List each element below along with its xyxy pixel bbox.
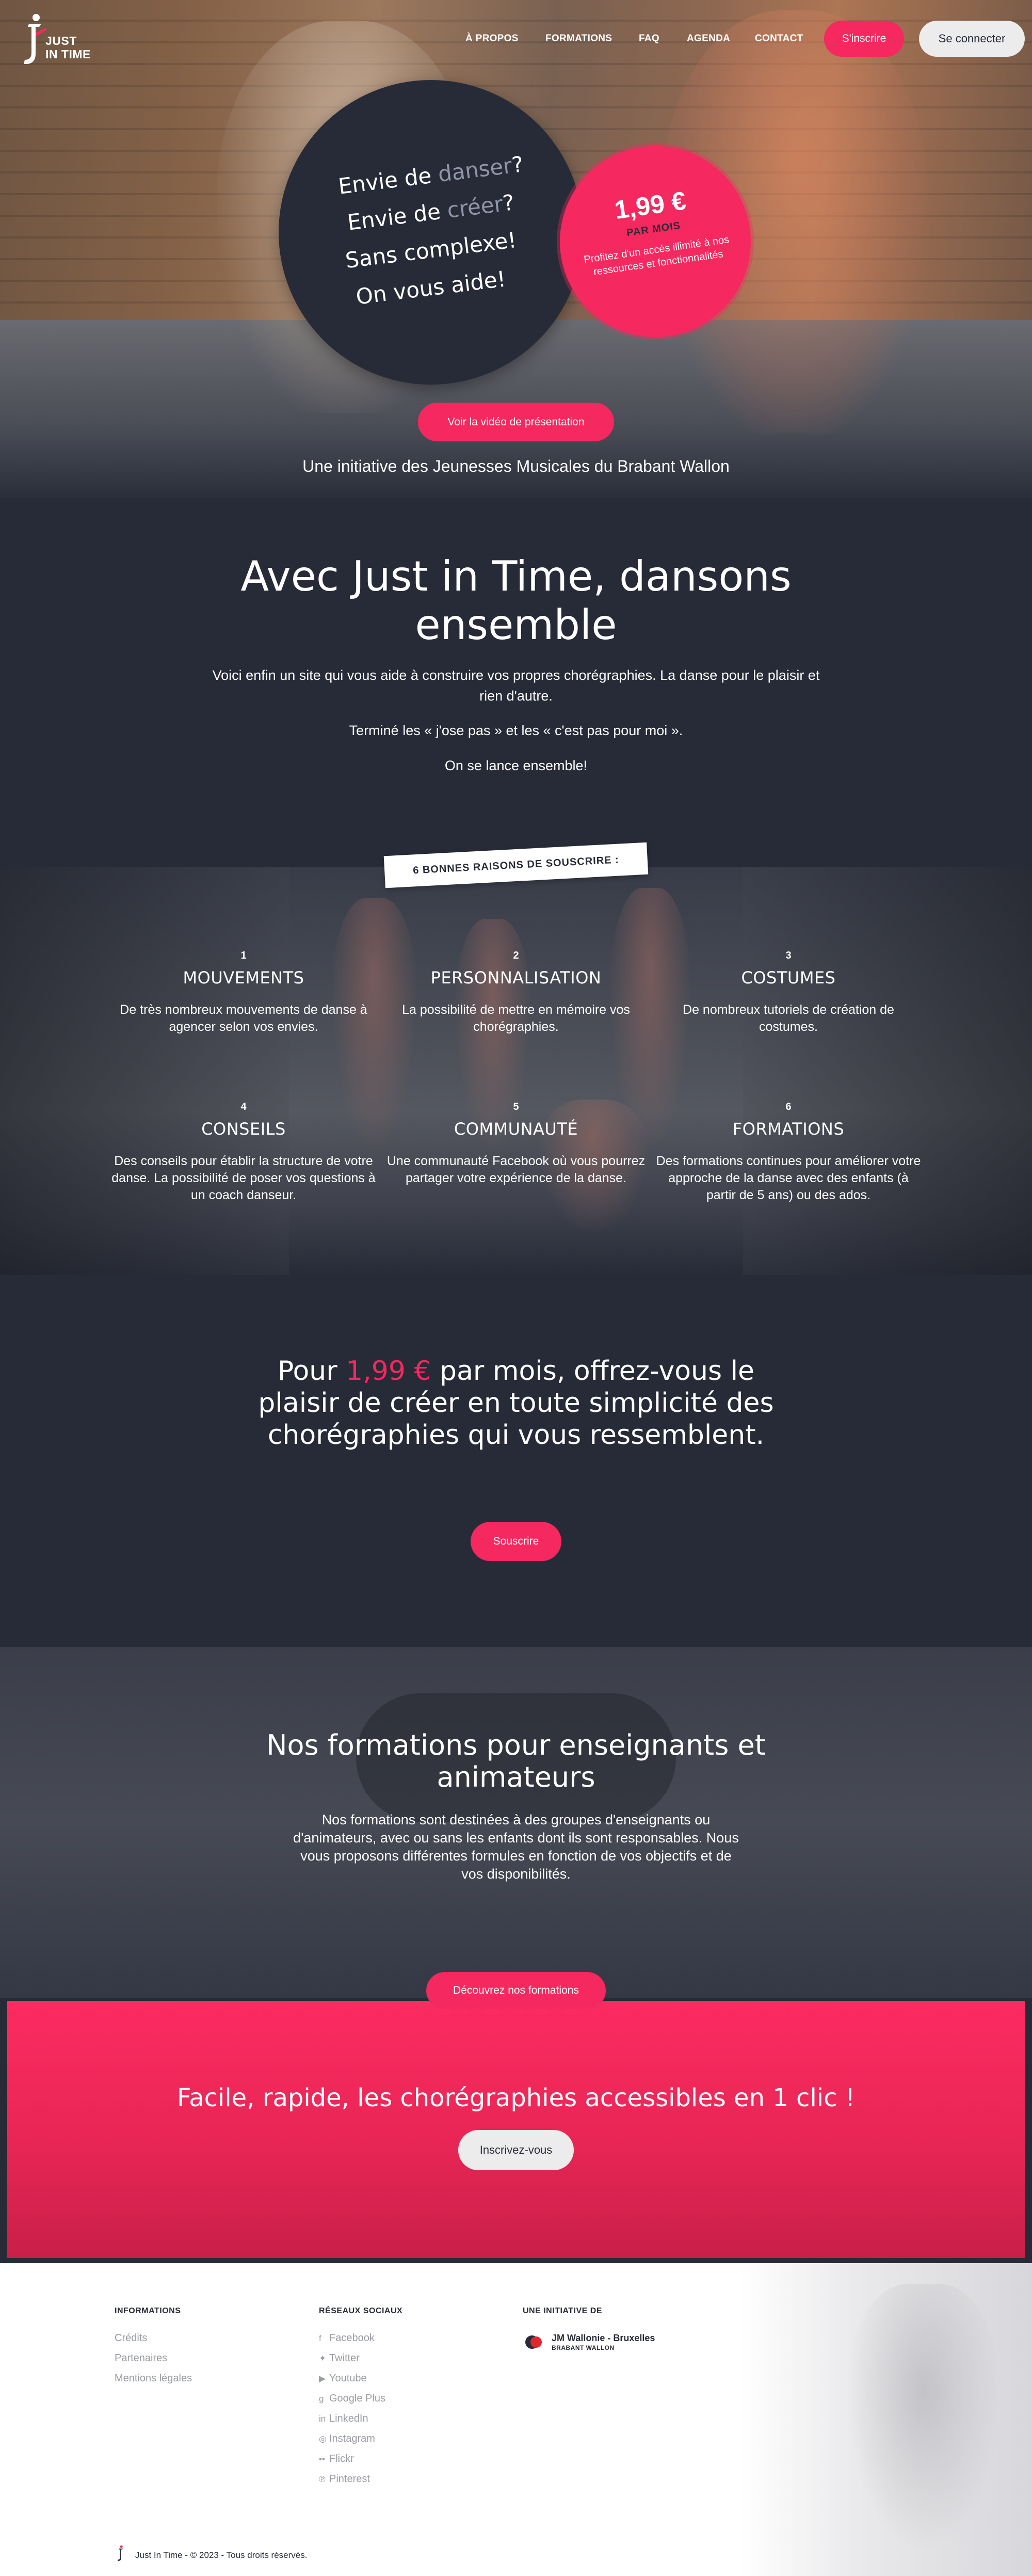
facebook-icon: f [319, 2333, 321, 2343]
hero-line-2-c: ? [501, 189, 516, 216]
hero-subtitle: Une initiative des Jeunesses Musicales d… [302, 457, 730, 475]
footer-social-youtube[interactable]: ▶ Youtube [319, 2373, 367, 2384]
register-button[interactable]: Inscrivez-vous [458, 2130, 574, 2170]
footer-social-facebook-label: Facebook [329, 2332, 375, 2344]
twitter-icon: ✦ [319, 2354, 327, 2363]
nav-formations[interactable]: FORMATIONS [545, 33, 612, 44]
reason-6-number: 6 [785, 1101, 792, 1112]
hero-line-2-highlight: créer [445, 191, 505, 223]
footer-social-flickr-label: Flickr [329, 2453, 354, 2464]
reason-2-text: La possibilité de mettre en mémoire vos … [402, 1003, 630, 1034]
footer-social-flickr[interactable]: •• Flickr [319, 2453, 354, 2465]
footer-logo-icon [117, 2545, 123, 2561]
reason-2-number: 2 [513, 950, 519, 961]
offer-title-price: 1,99 € [346, 1356, 431, 1387]
hero-line-1-a: Envie de [336, 162, 440, 199]
nav-agenda[interactable]: AGENDA [687, 33, 730, 44]
footer-social-linkedin-label: LinkedIn [329, 2413, 368, 2424]
nav-faq[interactable]: FAQ [639, 33, 659, 44]
footer-social-twitter[interactable]: ✦ Twitter [319, 2352, 360, 2364]
footer-copyright: Just In Time - © 2023 - Tous droits rése… [135, 2550, 308, 2560]
intro-paragraph-1: Voici enfin un site qui vous aide à cons… [212, 667, 820, 704]
reason-6-text: Des formations continues pour améliorer … [656, 1154, 921, 1202]
instagram-icon: ◎ [319, 2434, 327, 2444]
footer-social-pinterest-label: Pinterest [329, 2473, 370, 2485]
offer-title-a: Pour [277, 1356, 346, 1387]
cta-section: Facile, rapide, les chorégraphies access… [7, 2001, 1025, 2258]
reason-1-text: De très nombreux mouvements de danse à a… [120, 1003, 367, 1034]
footer-social-linkedin[interactable]: in LinkedIn [319, 2413, 368, 2425]
reason-5-number: 5 [513, 1101, 519, 1112]
footer-social-instagram[interactable]: ◎ Instagram [319, 2433, 375, 2445]
reason-4-number: 4 [240, 1101, 247, 1112]
video-button[interactable]: Voir la vidéo de présentation [418, 403, 614, 441]
youtube-icon: ▶ [319, 2374, 326, 2383]
footer-social-instagram-label: Instagram [329, 2433, 375, 2444]
reason-6-title: FORMATIONS [732, 1119, 845, 1139]
reason-3-title: COSTUMES [741, 968, 836, 988]
flickr-icon: •• [319, 2454, 325, 2464]
reason-4-text: Des conseils pour établir la structure d… [111, 1154, 376, 1202]
intro-title: Avec Just in Time, dansons ensemble [240, 552, 792, 649]
hero-line-2-a: Envie de [346, 198, 449, 235]
reason-4-title: CONSEILS [201, 1119, 286, 1139]
reason-1-number: 1 [240, 950, 247, 961]
partner-name: JM Wallonie - Bruxelles [552, 2333, 655, 2343]
reason-1-title: MOUVEMENTS [183, 968, 304, 988]
footer-link-legal[interactable]: Mentions légales [115, 2373, 192, 2384]
hero-line-1-highlight: danser [437, 152, 514, 187]
intro-paragraph-3: On se lance ensemble! [444, 758, 588, 773]
pinterest-icon: ℗ [319, 2474, 326, 2484]
logo-dancer-icon [24, 14, 46, 64]
reason-2-title: PERSONNALISATION [430, 968, 602, 988]
logo-text: JUST IN TIME [45, 34, 91, 61]
footer-initiative-heading: UNE INITIATIVE DE [523, 2307, 602, 2315]
formations-text: Nos formations sont destinées à des grou… [293, 1812, 739, 1882]
nav-contact[interactable]: CONTACT [755, 33, 803, 44]
linkedin-icon: in [319, 2414, 326, 2424]
footer-social-pinterest[interactable]: ℗ Pinterest [319, 2473, 370, 2485]
login-button[interactable]: Se connecter [919, 21, 1025, 57]
footer-social-twitter-label: Twitter [329, 2352, 360, 2364]
google-plus-icon: g [319, 2394, 324, 2404]
jm-logo-icon [525, 2335, 542, 2349]
partner-sub: BRABANT WALLON [552, 2344, 615, 2351]
reason-3-number: 3 [785, 950, 792, 961]
footer-social-facebook[interactable]: f Facebook [319, 2332, 375, 2344]
cta-title: Facile, rapide, les chorégraphies access… [177, 2084, 855, 2112]
reasons-section [0, 867, 1032, 1275]
footer-bg-figure [846, 2284, 1001, 2552]
footer-link-partners[interactable]: Partenaires [115, 2352, 167, 2364]
offer-title: Pour 1,99 € par mois, offrez-vous le pla… [258, 1355, 774, 1451]
reasons-bg-left [0, 867, 289, 1275]
reason-3-text: De nombreux tutoriels de création de cos… [683, 1003, 894, 1034]
discover-formations-button[interactable]: Découvrez nos formations [426, 1972, 606, 2009]
reasons-bg-right [743, 867, 1032, 1275]
subscribe-button[interactable]: Souscrire [471, 1522, 561, 1561]
footer-link-credits[interactable]: Crédits [115, 2332, 147, 2344]
footer-social-google-plus-label: Google Plus [329, 2393, 385, 2404]
footer-social-heading: RÉSEAUX SOCIAUX [319, 2307, 403, 2315]
footer-social-youtube-label: Youtube [329, 2373, 367, 2384]
reason-5-title: COMMUNAUTÉ [454, 1119, 578, 1139]
hero-circle: Envie de danser? Envie de créer? Sans co… [279, 80, 583, 385]
intro-paragraph-2: Terminé les « j'ose pas » et les « c'est… [349, 723, 683, 738]
footer-info-heading: INFORMATIONS [115, 2307, 181, 2315]
nav-a-propos[interactable]: À PROPOS [465, 33, 519, 44]
footer-social-google-plus[interactable]: g Google Plus [319, 2393, 385, 2405]
logo-line1: JUST [45, 34, 77, 47]
partner-logo[interactable]: JM Wallonie - Bruxelles BRABANT WALLON [523, 2331, 678, 2357]
reason-5-text: Une communauté Facebook où vous pourrez … [386, 1154, 646, 1185]
logo-line2: IN TIME [45, 47, 91, 61]
formations-title: Nos formations pour enseignants et anima… [266, 1729, 766, 1793]
hero-line-1-c: ? [510, 151, 525, 178]
site-logo[interactable]: JUST IN TIME [19, 12, 111, 69]
signup-button[interactable]: S'inscrire [824, 21, 904, 57]
